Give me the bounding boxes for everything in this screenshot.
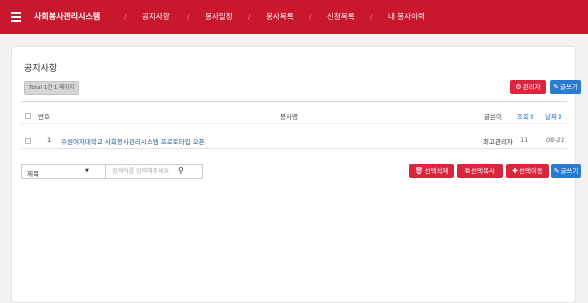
total-badge: Total 1건 1 페이지 [24,81,80,95]
sort-icon: ⇕ [528,113,535,121]
pencil-icon: ✎ [553,167,560,175]
gear-icon: ⚙ [515,83,522,91]
move-selected-button[interactable]: ✚선택이동 [506,164,549,178]
write-button-top[interactable]: ✎글쓰기 [550,80,581,94]
nav-separator: / [124,13,127,21]
copy-icon: ⧉ [465,167,471,175]
sort-icon: ⇕ [556,113,563,121]
date-label: 날짜 [545,113,557,121]
nav-separator: / [248,13,251,21]
nav-item-notice[interactable]: 공지사항 [142,0,170,34]
write-button-bottom-label: 글쓰기 [560,167,579,175]
nav-item-volunteer-list[interactable]: 봉사목록 [266,0,294,34]
pencil-icon: ✎ [553,83,559,91]
row-views: 11 [520,136,529,144]
caret-down-icon: ▼ [85,168,89,174]
nav-item-application-list[interactable]: 신청목록 [327,0,355,34]
table-bottom-divider [21,148,567,149]
column-header-subject: 봉사명 [280,113,298,121]
search-input[interactable] [105,164,203,179]
column-header-number: 번호 [38,113,50,121]
write-button-bottom[interactable]: ✎글쓰기 [551,164,581,178]
nav-separator: / [187,13,190,21]
write-button-top-label: 글쓰기 [559,83,578,91]
admin-button[interactable]: ⚙관리자 [510,80,546,94]
column-header-views[interactable]: 조회⇕ [517,111,534,121]
row-number: 1 [47,136,52,144]
copy-selected-button[interactable]: ⧉선택복사 [457,164,503,178]
copy-selected-label: 선택복사 [471,167,495,175]
table-row-divider [21,123,567,124]
nav-item-my-history[interactable]: 내 봉사이력 [388,0,425,34]
views-label: 조회 [517,113,529,121]
brand-title[interactable]: 사회봉사관리시스템 [34,0,100,34]
nav-separator: / [309,13,312,21]
column-header-author: 글쓴이 [484,113,502,121]
search-field-value: 제목 [27,170,39,178]
nav-item-schedule[interactable]: 봉사일정 [205,0,233,34]
search-icon[interactable]: ⚲ [178,166,184,175]
delete-selected-label: 선택삭제 [424,167,449,175]
select-all-checkbox[interactable] [25,113,31,119]
nav-separator: / [370,13,373,21]
top-navbar: 사회봉사관리시스템 / 공지사항 / 봉사일정 / 봉사목록 / 신청목록 / … [0,0,588,34]
row-checkbox[interactable] [25,138,31,144]
admin-button-label: 관리자 [522,83,541,91]
move-selected-label: 선택이동 [518,167,543,175]
delete-selected-button[interactable]: 🗑선택삭제 [409,164,454,178]
column-header-date[interactable]: 날짜⇕ [545,111,562,121]
row-author: 최고관리자 [483,138,513,146]
search-field-select[interactable]: 제목 ▼ [21,164,105,179]
trash-icon: 🗑 [414,167,424,175]
row-title-link[interactable]: 수원여자대학교 사회봉사관리시스템 프로토타입 오픈 [61,136,205,146]
page-title: 공지사항 [24,64,58,74]
notice-board-card: 공지사항 Total 1건 1 페이지 ⚙관리자 ✎글쓰기 번호 봉사명 글쓴이… [11,46,581,303]
row-date: 08-21 [546,136,565,144]
table-header-divider [21,101,567,102]
plus-icon: ✚ [512,167,518,175]
hamburger-icon[interactable] [11,12,21,24]
